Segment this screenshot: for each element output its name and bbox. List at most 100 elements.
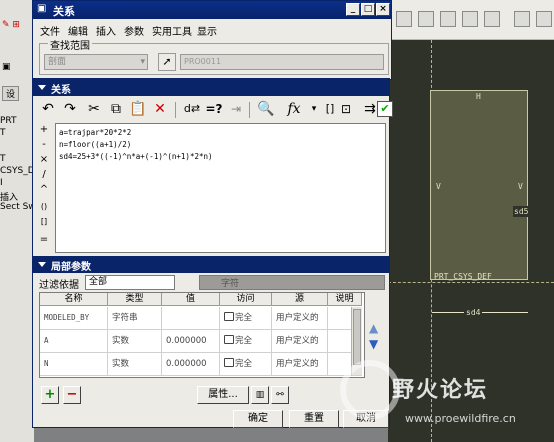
scope-select[interactable]: 剖面 ▾	[44, 54, 148, 70]
lock-icon	[224, 358, 234, 367]
relations-section-header[interactable]: 关系	[33, 79, 389, 96]
tree-item[interactable]: T	[0, 128, 6, 138]
column-header[interactable]: 说明	[328, 293, 362, 306]
parameters-table: 名称 类型 值 访问 源 说明 MODELED_BY 字符串 完全 用户定义的 …	[39, 292, 365, 378]
dim-sd4[interactable]: sd4	[464, 308, 483, 317]
param-type: 实数	[108, 353, 162, 375]
power-operator[interactable]: ^	[37, 183, 51, 197]
local-params-header-label: 局部参数	[51, 262, 91, 273]
find-icon[interactable]: 🔍	[255, 98, 277, 120]
table-row[interactable]: A 实数 0.000000 完全 用户定义的	[40, 330, 362, 353]
table-row[interactable]: N 实数 0.000000 完全 用户定义的	[40, 353, 362, 376]
menu-parameters[interactable]: 参数	[124, 23, 144, 38]
param-access: 完全	[220, 330, 272, 352]
horizontal-reference-line	[388, 282, 554, 283]
relations-editor[interactable]: a=trajpar*20*2*2 n=floor((a+1)/2) sd4=25…	[55, 123, 386, 253]
divide-operator[interactable]: /	[37, 168, 51, 182]
app-icon: ▣	[37, 3, 47, 14]
ok-button[interactable]: 确定	[233, 410, 283, 428]
scope-object-field[interactable]: PRO0011	[180, 54, 384, 70]
param-value	[162, 307, 220, 329]
window-icon[interactable]	[536, 11, 552, 27]
tool-icon[interactable]: ✎ ⊞	[2, 20, 20, 30]
tree-item[interactable]: PRT	[0, 116, 17, 126]
move-up-icon[interactable]: ▲	[369, 321, 378, 335]
equals-operator[interactable]: =	[37, 233, 51, 247]
coordinate-system-icon[interactable]	[484, 11, 500, 27]
collapse-icon	[38, 85, 46, 90]
remove-param-button[interactable]: −	[63, 386, 81, 404]
cut-icon[interactable]: ✂	[83, 98, 105, 120]
verify-icon[interactable]: ⊡	[335, 98, 357, 120]
dim-label-right: V	[518, 182, 523, 191]
reset-button[interactable]: 重置	[289, 410, 339, 428]
column-header[interactable]: 名称	[40, 293, 108, 306]
column-header[interactable]: 类型	[108, 293, 162, 306]
dialog-titlebar[interactable]: ▣ 关系 _ □ ×	[33, 1, 391, 19]
add-param-button[interactable]: +	[41, 386, 59, 404]
chevron-down-icon: ▾	[140, 57, 145, 67]
menu-insert[interactable]: 插入	[96, 23, 116, 38]
datum-plane-icon[interactable]	[418, 11, 434, 27]
folder-icon[interactable]: ▣	[2, 62, 11, 72]
param-name: A	[40, 330, 108, 352]
select-arrow-icon[interactable]: ➚	[158, 53, 176, 71]
delete-icon[interactable]: ✕	[149, 98, 171, 120]
undo-icon[interactable]: ↶	[37, 98, 59, 120]
multiply-operator[interactable]: ×	[37, 153, 51, 167]
view-icon[interactable]	[514, 11, 530, 27]
move-down-icon[interactable]: ▼	[369, 337, 378, 351]
lock-icon	[224, 335, 234, 344]
tree-item[interactable]: I	[0, 178, 3, 188]
evaluate-icon[interactable]: =?	[203, 98, 225, 120]
menu-edit[interactable]: 编辑	[68, 23, 88, 38]
scope-value: 剖面	[48, 57, 67, 67]
parens-operator[interactable]: ()	[37, 200, 51, 214]
check-icon[interactable]: ✔	[377, 101, 393, 117]
function-icon[interactable]: fx	[283, 98, 305, 120]
param-name: N	[40, 353, 108, 375]
sketch-rectangle	[430, 90, 528, 280]
close-button[interactable]: ×	[376, 3, 390, 16]
table-view-icon[interactable]: ▥	[251, 386, 269, 404]
param-name: MODELED_BY	[40, 307, 108, 329]
redo-icon[interactable]: ↷	[59, 98, 81, 120]
zoom-icon[interactable]	[396, 11, 412, 27]
sort-icon[interactable]: ⇥	[225, 98, 247, 120]
param-access-label: 完全	[235, 359, 253, 369]
column-header[interactable]: 值	[162, 293, 220, 306]
binoculars-icon[interactable]: ⚯	[271, 386, 289, 404]
menu-display[interactable]: 显示	[197, 23, 217, 38]
column-header[interactable]: 源	[272, 293, 328, 306]
scope-group-label: 查找范围	[48, 37, 92, 52]
tree-item[interactable]: T	[0, 154, 6, 164]
copy-icon[interactable]: ⧉	[105, 98, 127, 120]
param-value: 0.000000	[162, 330, 220, 352]
properties-button[interactable]: 属性...	[197, 386, 249, 404]
minus-operator[interactable]: -	[37, 138, 51, 152]
scrollbar-thumb[interactable]	[353, 309, 361, 365]
param-type: 字符串	[108, 307, 162, 329]
filter-select[interactable]: 全部	[85, 275, 175, 290]
plus-operator[interactable]: +	[37, 123, 51, 137]
datum-point-icon[interactable]	[462, 11, 478, 27]
minimize-button[interactable]: _	[346, 3, 360, 16]
local-params-section-header[interactable]: 局部参数	[33, 256, 389, 273]
maximize-button[interactable]: □	[361, 3, 375, 16]
menu-utilities[interactable]: 实用工具	[152, 23, 192, 38]
table-row[interactable]: MODELED_BY 字符串 完全 用户定义的	[40, 307, 362, 330]
operator-column: + - × / ^ () [] =	[37, 123, 51, 253]
dimension-values-icon[interactable]: d⇄	[181, 98, 203, 120]
datum-axis-icon[interactable]	[440, 11, 456, 27]
param-source: 用户定义的	[272, 307, 328, 329]
dim-sd5[interactable]: sd5	[513, 206, 530, 217]
paste-icon[interactable]: 📋	[127, 98, 149, 120]
tree-tab[interactable]: 设	[2, 86, 20, 101]
brackets-operator[interactable]: []	[37, 215, 51, 229]
model-tree-panel: ✎ ⊞ ▣ 设 PRT T T CSYS_DE I 插入 Sect Sw	[0, 0, 40, 442]
menu-file[interactable]: 文件	[40, 23, 60, 38]
column-header[interactable]: 访问	[220, 293, 272, 306]
relations-toolbar: ↶ ↷ ✂ ⧉ 📋 ✕ d⇄ =? ⇥ 🔍 fx ▾ [] ⊡ ⇉ ✔	[35, 98, 393, 120]
relation-line: n=floor((a+1)/2)	[59, 140, 132, 149]
tree-item[interactable]: Sect Sw	[0, 202, 36, 212]
